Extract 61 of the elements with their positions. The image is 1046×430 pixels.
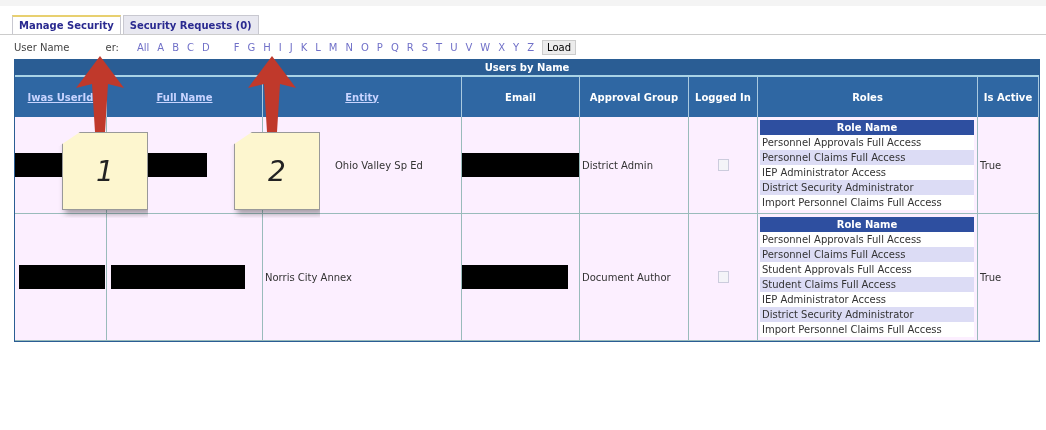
- table-cell-text: Document Author: [581, 271, 671, 283]
- letter-link[interactable]: All: [136, 42, 150, 53]
- role-name: IEP Administrator Access: [761, 293, 888, 307]
- table-title: Users by Name: [15, 60, 1039, 75]
- letter-link[interactable]: S: [421, 42, 429, 53]
- role-name: Personnel Approvals Full Access: [761, 136, 923, 150]
- filter-label: er:: [105, 42, 119, 53]
- column-header: Roles: [758, 77, 978, 117]
- roles-header: Role Name: [760, 217, 974, 232]
- table-cell-text: Norris City Annex: [264, 271, 352, 283]
- role-name: District Security Administrator: [760, 307, 974, 322]
- role-name: Student Claims Full Access: [760, 277, 974, 292]
- letter-link[interactable]: C: [187, 42, 195, 53]
- letter-link[interactable]: X: [498, 42, 506, 53]
- column-header: Email: [462, 77, 580, 117]
- letter-link[interactable]: W: [480, 42, 491, 53]
- letter-link[interactable]: Y: [513, 42, 520, 53]
- letter-link[interactable]: L: [315, 42, 321, 53]
- letter-link[interactable]: U: [450, 42, 458, 53]
- letter-link[interactable]: N: [345, 42, 353, 53]
- role-name: Import Personnel Claims Full Access: [761, 323, 943, 337]
- callout-note: 1: [62, 132, 148, 210]
- letter-link[interactable]: R: [406, 42, 414, 53]
- letter-link[interactable]: Z: [527, 42, 535, 53]
- table-cell-text: True: [979, 159, 1002, 171]
- role-name: Personnel Claims Full Access: [760, 150, 974, 165]
- column-header: Logged In: [689, 77, 758, 117]
- letter-link[interactable]: B: [172, 42, 180, 53]
- letter-link[interactable]: M: [328, 42, 338, 53]
- letter-link[interactable]: K: [300, 42, 308, 53]
- role-name: Personnel Approvals Full Access: [761, 233, 923, 247]
- letter-link[interactable]: I: [278, 42, 282, 53]
- letter-link[interactable]: H: [263, 42, 271, 53]
- table-cell-text: District Admin: [581, 159, 653, 171]
- role-name: District Security Administrator: [760, 180, 974, 195]
- roles-header: Role Name: [760, 120, 974, 135]
- tab[interactable]: Security Requests (0): [122, 15, 259, 34]
- letter-link[interactable]: P: [376, 42, 383, 53]
- table-cell-text: True: [979, 271, 1002, 283]
- letter-link[interactable]: G: [247, 42, 256, 53]
- tab[interactable]: Manage Security: [12, 15, 121, 34]
- letter-link[interactable]: V: [465, 42, 473, 53]
- role-name: Student Approvals Full Access: [761, 263, 913, 277]
- load-button[interactable]: Load: [542, 40, 577, 55]
- letter-link[interactable]: O: [361, 42, 369, 53]
- letter-link[interactable]: T: [436, 42, 443, 53]
- letter-link[interactable]: A: [157, 42, 165, 53]
- letter-link[interactable]: J: [289, 42, 293, 53]
- table-cell-text: Ohio Valley Sp Ed: [334, 159, 423, 171]
- column-header: Approval Group: [580, 77, 689, 117]
- column-header: Is Active: [978, 77, 1039, 117]
- filter-label: User Name: [14, 42, 70, 53]
- role-name: Personnel Claims Full Access: [760, 247, 974, 262]
- letter-link[interactable]: F: [233, 42, 240, 53]
- letter-link[interactable]: D: [202, 42, 210, 53]
- column-header[interactable]: Entity: [263, 77, 462, 117]
- letter-link[interactable]: Q: [390, 42, 399, 53]
- callout-note: 2: [234, 132, 320, 210]
- role-name: Import Personnel Claims Full Access: [761, 196, 943, 210]
- role-name: IEP Administrator Access: [761, 166, 888, 180]
- column-header[interactable]: Full Name: [107, 77, 263, 117]
